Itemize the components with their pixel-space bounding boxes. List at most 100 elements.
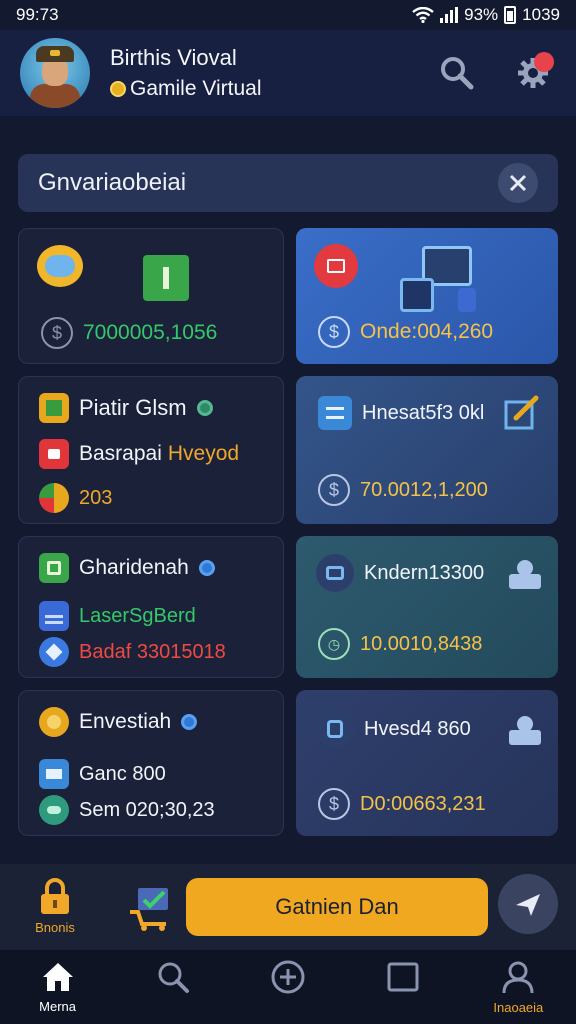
battery-percent: 93% <box>464 5 499 24</box>
card-8-amount-row: $ D0:00663,231 <box>318 788 486 820</box>
primary-action-button[interactable]: Gatnien Dan <box>186 878 488 936</box>
card-5-title-row: Gharidenah <box>39 553 215 583</box>
coin-icon <box>110 81 126 97</box>
card-4-title-row: Hnesat5f3 0kl <box>318 396 484 430</box>
clock-icon: ◷ <box>318 628 350 660</box>
profile-name: Birthis Vioval <box>110 45 237 70</box>
user-icon[interactable] <box>508 714 542 746</box>
card-6-title-row: Kndern13300 <box>316 554 484 592</box>
dollar-icon: $ <box>318 474 350 506</box>
card-3-title: Piatir Glsm <box>79 395 187 420</box>
alert-icon <box>314 244 358 288</box>
card-7-line-2-value: Sem 020;30,23 <box>79 798 215 821</box>
avatar[interactable] <box>20 38 90 108</box>
card-2-amount: Onde:004,260 <box>360 320 494 343</box>
card-7-title: Envestiah <box>79 710 172 733</box>
plant-icon <box>143 255 189 301</box>
notification-badge <box>534 52 554 72</box>
bottom-nav: Merna Inaoaeia <box>0 950 576 1024</box>
cart-icon[interactable] <box>126 882 176 932</box>
bonus-button[interactable]: Bnonis <box>22 876 88 942</box>
search-bar[interactable]: Gnvariaobeiai <box>18 154 558 212</box>
square-icon <box>387 962 419 991</box>
battery-icon <box>504 6 517 24</box>
nav-messages[interactable] <box>363 960 443 1015</box>
edit-icon[interactable] <box>502 392 542 432</box>
settings-button[interactable] <box>510 50 556 96</box>
bonus-label: Bnonis <box>35 920 75 935</box>
send-button[interactable] <box>498 874 558 934</box>
badge-icon <box>316 710 354 748</box>
profile-subtitle-text: Gamile Virtual <box>130 77 262 100</box>
status-indicators: 93% 1039 <box>412 5 560 25</box>
verified-icon <box>196 400 213 416</box>
nav-profile-label: Inaoaeia <box>493 999 544 1015</box>
card-3-line-1-label: Basrapai <box>79 442 162 465</box>
status-bar: 99:73 93% 1039 <box>0 0 576 30</box>
card-8[interactable]: Hvesd4 860 $ D0:00663,231 <box>296 690 558 836</box>
send-icon <box>516 894 540 916</box>
folder-icon <box>39 601 69 631</box>
card-3-line-1: Basrapai Hveyod <box>39 439 239 469</box>
user-icon[interactable] <box>508 558 542 590</box>
search-icon <box>158 962 189 993</box>
card-5-title: Gharidenah <box>79 556 189 579</box>
card-4[interactable]: Hnesat5f3 0kl $ 70.0012,1,200 <box>296 376 558 524</box>
profile-info: Birthis Vioval Gamile Virtual <box>110 45 262 101</box>
card-7-line-1-value: Ganc 800 <box>79 762 166 785</box>
calendar-icon <box>39 759 69 789</box>
nav-profile[interactable]: Inaoaeia <box>478 960 558 1015</box>
card-3[interactable]: Piatir Glsm Basrapai Hveyod 203 <box>18 376 284 524</box>
nav-search[interactable] <box>133 960 213 1015</box>
card-4-title: Hnesat5f3 0kl <box>362 401 485 424</box>
card-1[interactable]: $ 7000005,1056 <box>18 228 284 364</box>
clear-search-button[interactable] <box>498 163 538 203</box>
card-3-line-2-value: 203 <box>79 486 113 509</box>
chat-icon <box>39 795 69 825</box>
dollar-icon: $ <box>318 788 350 820</box>
card-1-amount: 7000005,1056 <box>83 321 218 344</box>
card-4-amount: 70.0012,1,200 <box>360 478 488 501</box>
card-6-amount-row: ◷ 10.0010,8438 <box>318 628 482 660</box>
card-6-title: Kndern13300 <box>364 561 485 584</box>
nav-home[interactable]: Merna <box>18 961 98 1014</box>
card-6[interactable]: Kndern13300 ◷ 10.0010,8438 <box>296 536 558 678</box>
card-5[interactable]: Gharidenah LaserSgBerd Badaf 33015018 <box>18 536 284 678</box>
add-circle-icon <box>271 960 305 993</box>
chat-bubble-icon <box>37 245 83 287</box>
status-time: 99:73 <box>16 5 59 24</box>
card-7[interactable]: Envestiah Ganc 800 Sem 020;30,23 <box>18 690 284 836</box>
signal-icon <box>440 7 459 23</box>
search-input[interactable]: Gnvariaobeiai <box>38 169 186 197</box>
compass-icon <box>39 637 69 667</box>
search-icon <box>441 57 474 90</box>
dollar-icon: $ <box>41 317 73 349</box>
lock-icon <box>41 878 69 914</box>
card-4-amount-row: $ 70.0012,1,200 <box>318 474 488 506</box>
card-5-line-1: LaserSgBerd <box>39 601 196 631</box>
card-2[interactable]: $ Onde:004,260 <box>296 228 558 364</box>
card-5-line-1-value: LaserSgBerd <box>79 604 196 627</box>
devices-illustration-icon <box>396 246 484 316</box>
card-7-line-2: Sem 020;30,23 <box>39 795 215 825</box>
card-8-title: Hvesd4 860 <box>364 717 471 740</box>
sun-icon <box>39 707 69 737</box>
card-3-line-1-value: Hveyod <box>167 442 240 465</box>
card-8-amount: D0:00663,231 <box>360 792 486 815</box>
nav-home-label: Merna <box>39 998 77 1014</box>
heart-icon <box>39 439 69 469</box>
dollar-icon: $ <box>318 316 350 348</box>
nav-add[interactable] <box>248 959 328 1016</box>
card-7-line-1: Ganc 800 <box>39 759 166 789</box>
card-7-title-row: Envestiah <box>39 707 198 737</box>
card-6-amount: 10.0010,8438 <box>360 632 483 655</box>
card-5-line-2: Badaf 33015018 <box>39 637 226 667</box>
message-icon <box>318 396 352 430</box>
wifi-icon <box>412 7 434 23</box>
document-icon <box>39 393 69 423</box>
profile-subtitle: Gamile Virtual <box>110 77 262 101</box>
profile-icon <box>502 961 534 993</box>
search-button[interactable] <box>434 50 480 96</box>
header-actions <box>434 50 556 96</box>
gallery-icon <box>39 553 69 583</box>
